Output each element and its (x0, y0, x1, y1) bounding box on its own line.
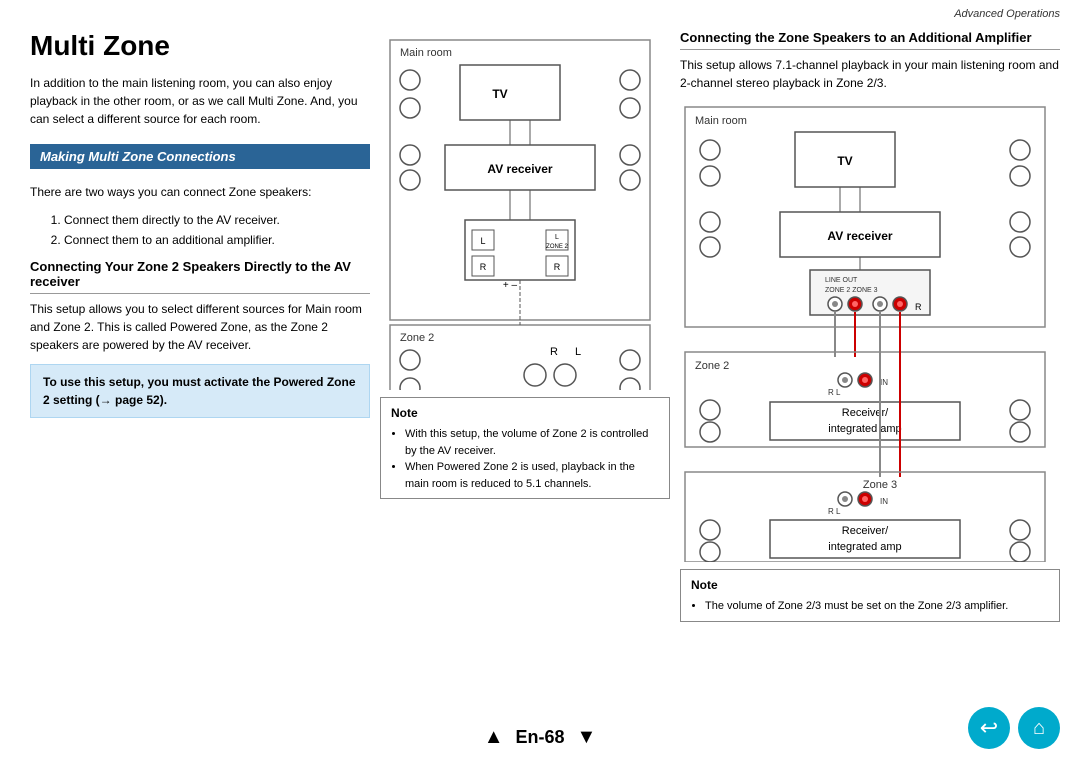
highlight-text: To use this setup, you must activate the… (43, 375, 356, 407)
intro-text: In addition to the main listening room, … (30, 74, 370, 128)
svg-text:+ –: + – (503, 280, 518, 291)
section-label: Advanced Operations (954, 8, 1060, 20)
highlight-box: To use this setup, you must activate the… (30, 364, 370, 418)
note2-title: Note (691, 576, 1049, 594)
svg-text:L: L (480, 236, 485, 246)
diagram1-svg: Main room TV AV receiver L L ZONE 2 (380, 30, 660, 390)
svg-text:LINE OUT: LINE OUT (825, 277, 858, 284)
making-connections-label: Making Multi Zone Connections (40, 149, 236, 164)
svg-text:Main room: Main room (400, 47, 452, 59)
svg-text:ZONE 2: ZONE 2 (546, 244, 568, 250)
making-connections-header: Making Multi Zone Connections (30, 144, 370, 169)
right-column: Connecting the Zone Speakers to an Addit… (680, 30, 1060, 622)
footer: ▲ En-68 ▼ (0, 726, 1080, 749)
next-arrow-icon[interactable]: ▼ (577, 726, 597, 749)
svg-text:Zone 2: Zone 2 (695, 360, 729, 372)
svg-text:integrated amp: integrated amp (828, 541, 901, 553)
note1-box: Note With this setup, the volume of Zone… (380, 397, 670, 499)
svg-text:Zone 2: Zone 2 (400, 332, 434, 344)
home-button[interactable]: ⌂ (1018, 707, 1060, 749)
subsection1-body: This setup allows you to select differen… (30, 300, 370, 354)
svg-text:R: R (915, 302, 922, 312)
svg-text:R L: R L (828, 388, 841, 397)
diagram2-svg: Main room TV AV receiver LINE OUT ZONE 2… (680, 102, 1050, 562)
page-title: Multi Zone (30, 30, 370, 62)
svg-text:L: L (575, 346, 581, 358)
svg-text:TV: TV (492, 87, 507, 101)
svg-text:ZONE 2 ZONE 3: ZONE 2 ZONE 3 (825, 287, 878, 294)
left-column: Multi Zone In addition to the main liste… (30, 30, 370, 418)
note2-bullet-1: The volume of Zone 2/3 must be set on th… (705, 598, 1049, 615)
page-header: Advanced Operations (954, 8, 1060, 20)
footer-right-buttons: ↩ ⌂ (968, 707, 1060, 749)
svg-text:integrated amp: integrated amp (828, 423, 901, 435)
svg-text:Main room: Main room (695, 115, 747, 127)
page-number: En-68 (515, 727, 564, 748)
svg-text:R L: R L (828, 507, 841, 516)
back-button[interactable]: ↩ (968, 707, 1010, 749)
svg-text:R: R (554, 262, 561, 272)
subsection2-title-text: Connecting the Zone Speakers to an Addit… (680, 30, 1032, 45)
svg-text:R: R (550, 346, 558, 358)
svg-text:IN: IN (880, 497, 888, 506)
svg-text:Receiver/: Receiver/ (842, 525, 889, 537)
note1-bullet-2: When Powered Zone 2 is used, playback in… (405, 459, 659, 492)
note2-box: Note The volume of Zone 2/3 must be set … (680, 569, 1060, 622)
note1-title: Note (391, 404, 659, 422)
svg-text:AV receiver: AV receiver (487, 162, 552, 176)
prev-arrow-icon[interactable]: ▲ (484, 726, 504, 749)
svg-text:TV: TV (837, 154, 852, 168)
subsection2-body: This setup allows 7.1-channel playback i… (680, 56, 1060, 92)
svg-text:AV receiver: AV receiver (827, 229, 892, 243)
middle-column: Main room TV AV receiver L L ZONE 2 (380, 30, 670, 499)
svg-text:Zone 3: Zone 3 (863, 479, 897, 491)
subsection2-title: Connecting the Zone Speakers to an Addit… (680, 30, 1060, 50)
svg-text:R: R (480, 262, 487, 272)
list-item-2: Connect them to an additional amplifier. (64, 231, 370, 249)
svg-text:IN: IN (880, 378, 888, 387)
footer-page: ▲ En-68 ▼ (484, 726, 597, 749)
svg-text:Receiver/: Receiver/ (842, 407, 889, 419)
list-item-1: Connect them directly to the AV receiver… (64, 211, 370, 229)
ways-intro: There are two ways you can connect Zone … (30, 183, 370, 201)
note1-bullet-1: With this setup, the volume of Zone 2 is… (405, 426, 659, 459)
subsection1-title: Connecting Your Zone 2 Speakers Directly… (30, 259, 370, 294)
svg-text:L: L (555, 234, 559, 241)
